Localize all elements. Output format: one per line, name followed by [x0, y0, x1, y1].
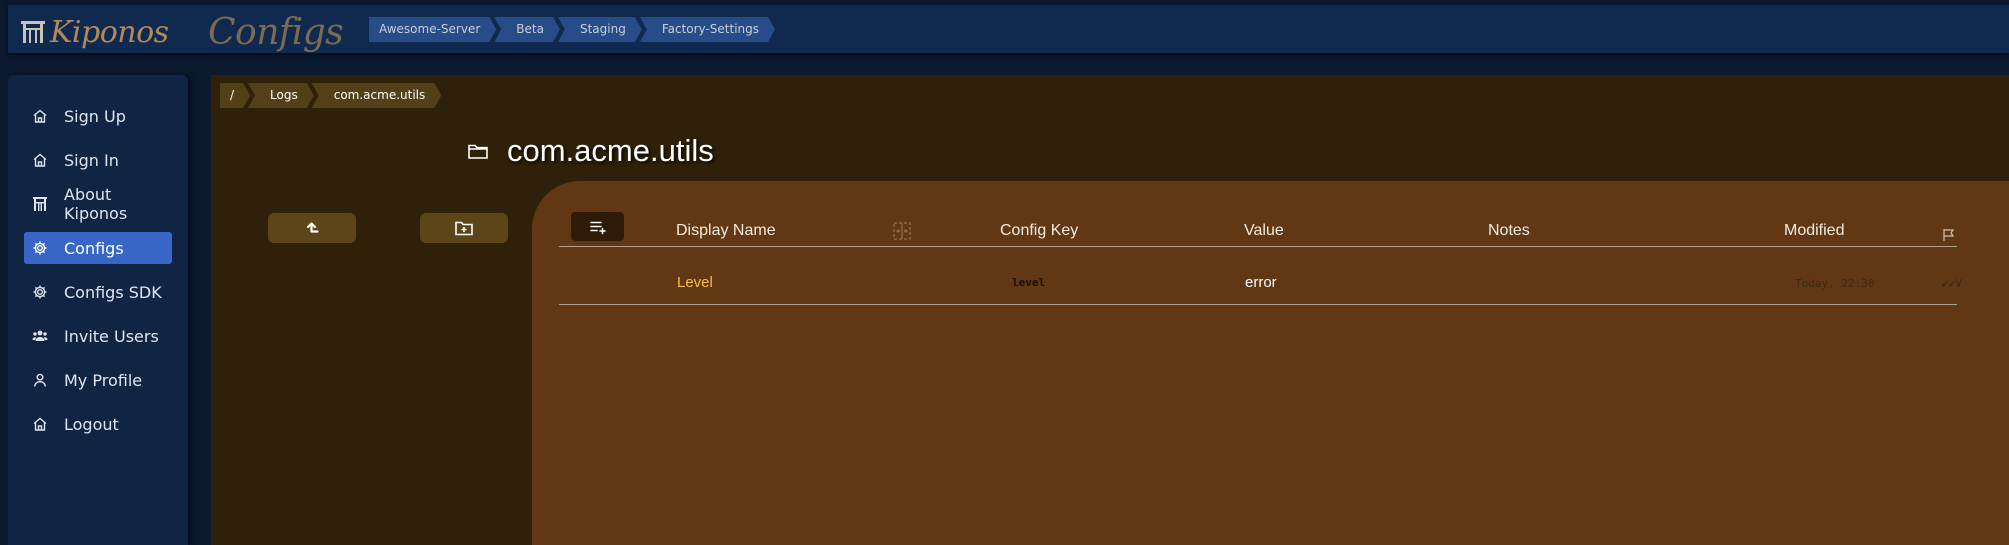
sidebar: Sign Up Sign In About Kiponos Configs Co…: [8, 75, 188, 545]
row-flag: ✔✔V: [1942, 277, 1962, 290]
env-crumb-app[interactable]: Beta: [494, 17, 560, 42]
folder-icon: [468, 144, 488, 159]
kiponos-logo[interactable]: Kiponos: [20, 14, 169, 50]
folder-breadcrumb: / Logs com.acme.utils: [220, 83, 439, 108]
sidebar-item-label: Sign In: [64, 150, 119, 170]
column-header-modified[interactable]: Modified: [1784, 222, 1844, 240]
home-icon: [33, 417, 47, 431]
add-config-button[interactable]: [571, 212, 624, 241]
folder-title: com.acme.utils: [507, 133, 714, 168]
column-header-value[interactable]: Value: [1244, 222, 1284, 240]
sidebar-item-label: My Profile: [64, 370, 143, 390]
env-crumb-server[interactable]: Awesome-Server: [369, 17, 496, 42]
column-header-display-name[interactable]: Display Name: [676, 222, 776, 240]
path-crumb-root[interactable]: /: [220, 83, 250, 108]
sidebar-item-sign-up[interactable]: Sign Up: [24, 100, 172, 132]
row-modified: Today, 22:30: [1795, 277, 1875, 290]
sidebar-item-label: Configs SDK: [64, 282, 162, 302]
row-divider: [559, 304, 1957, 305]
row-display-name[interactable]: Level: [677, 274, 713, 291]
path-crumb-logs[interactable]: Logs: [248, 83, 314, 108]
sidebar-item-configs[interactable]: Configs: [24, 232, 172, 264]
sidebar-item-label: About Kiponos: [64, 185, 128, 223]
main-content: / Logs com.acme.utils com.acme.utils Dis…: [211, 75, 2009, 545]
column-header-config-key[interactable]: Config Key: [1000, 222, 1078, 240]
sidebar-item-label: Invite Users: [64, 326, 159, 346]
page-title: Configs: [208, 12, 344, 53]
folder-heading: com.acme.utils: [467, 131, 714, 171]
environment-breadcrumb: Awesome-Server Beta Staging Factory-Sett…: [369, 17, 773, 42]
logo-text: Kiponos: [50, 14, 169, 50]
gear-icon: [33, 241, 47, 255]
sidebar-item-my-profile[interactable]: My Profile: [24, 364, 172, 396]
sidebar-item-sign-in[interactable]: Sign In: [24, 144, 172, 176]
arrow-up-left-icon: [306, 222, 319, 233]
go-up-button[interactable]: [268, 213, 356, 243]
env-crumb-profile[interactable]: Factory-Settings: [640, 17, 775, 42]
playlist-add-icon: [589, 221, 606, 234]
sidebar-item-label: Logout: [64, 414, 119, 434]
row-value[interactable]: error: [1245, 274, 1277, 291]
expand-columns-icon[interactable]: [892, 221, 912, 241]
path-crumb-current[interactable]: com.acme.utils: [312, 83, 442, 108]
kiponos-logo-icon: [33, 197, 47, 211]
top-bar: Kiponos Configs Awesome-Server Beta Stag…: [0, 0, 2009, 57]
user-icon: [34, 373, 46, 387]
sidebar-item-about[interactable]: About Kiponos: [24, 185, 172, 223]
users-icon: [32, 330, 48, 341]
new-folder-button[interactable]: [420, 213, 508, 243]
header-divider: [559, 246, 1957, 247]
row-config-key: level: [1012, 276, 1046, 289]
gear-icon: [33, 285, 47, 299]
home-icon: [33, 153, 47, 167]
configs-table-panel: Display Name Config Key Value Notes Modi…: [532, 181, 2009, 545]
flag-icon[interactable]: [1942, 228, 1956, 242]
sidebar-item-configs-sdk[interactable]: Configs SDK: [24, 276, 172, 308]
sidebar-item-label: Configs: [64, 238, 124, 258]
sidebar-item-label: Sign Up: [64, 106, 126, 126]
folder-plus-icon: [455, 221, 473, 236]
kiponos-logo-icon: [21, 21, 45, 43]
sidebar-item-logout[interactable]: Logout: [24, 408, 172, 440]
home-icon: [33, 109, 47, 123]
env-crumb-env[interactable]: Staging: [558, 17, 642, 42]
sidebar-item-invite-users[interactable]: Invite Users: [24, 320, 172, 352]
column-header-notes[interactable]: Notes: [1488, 222, 1530, 240]
